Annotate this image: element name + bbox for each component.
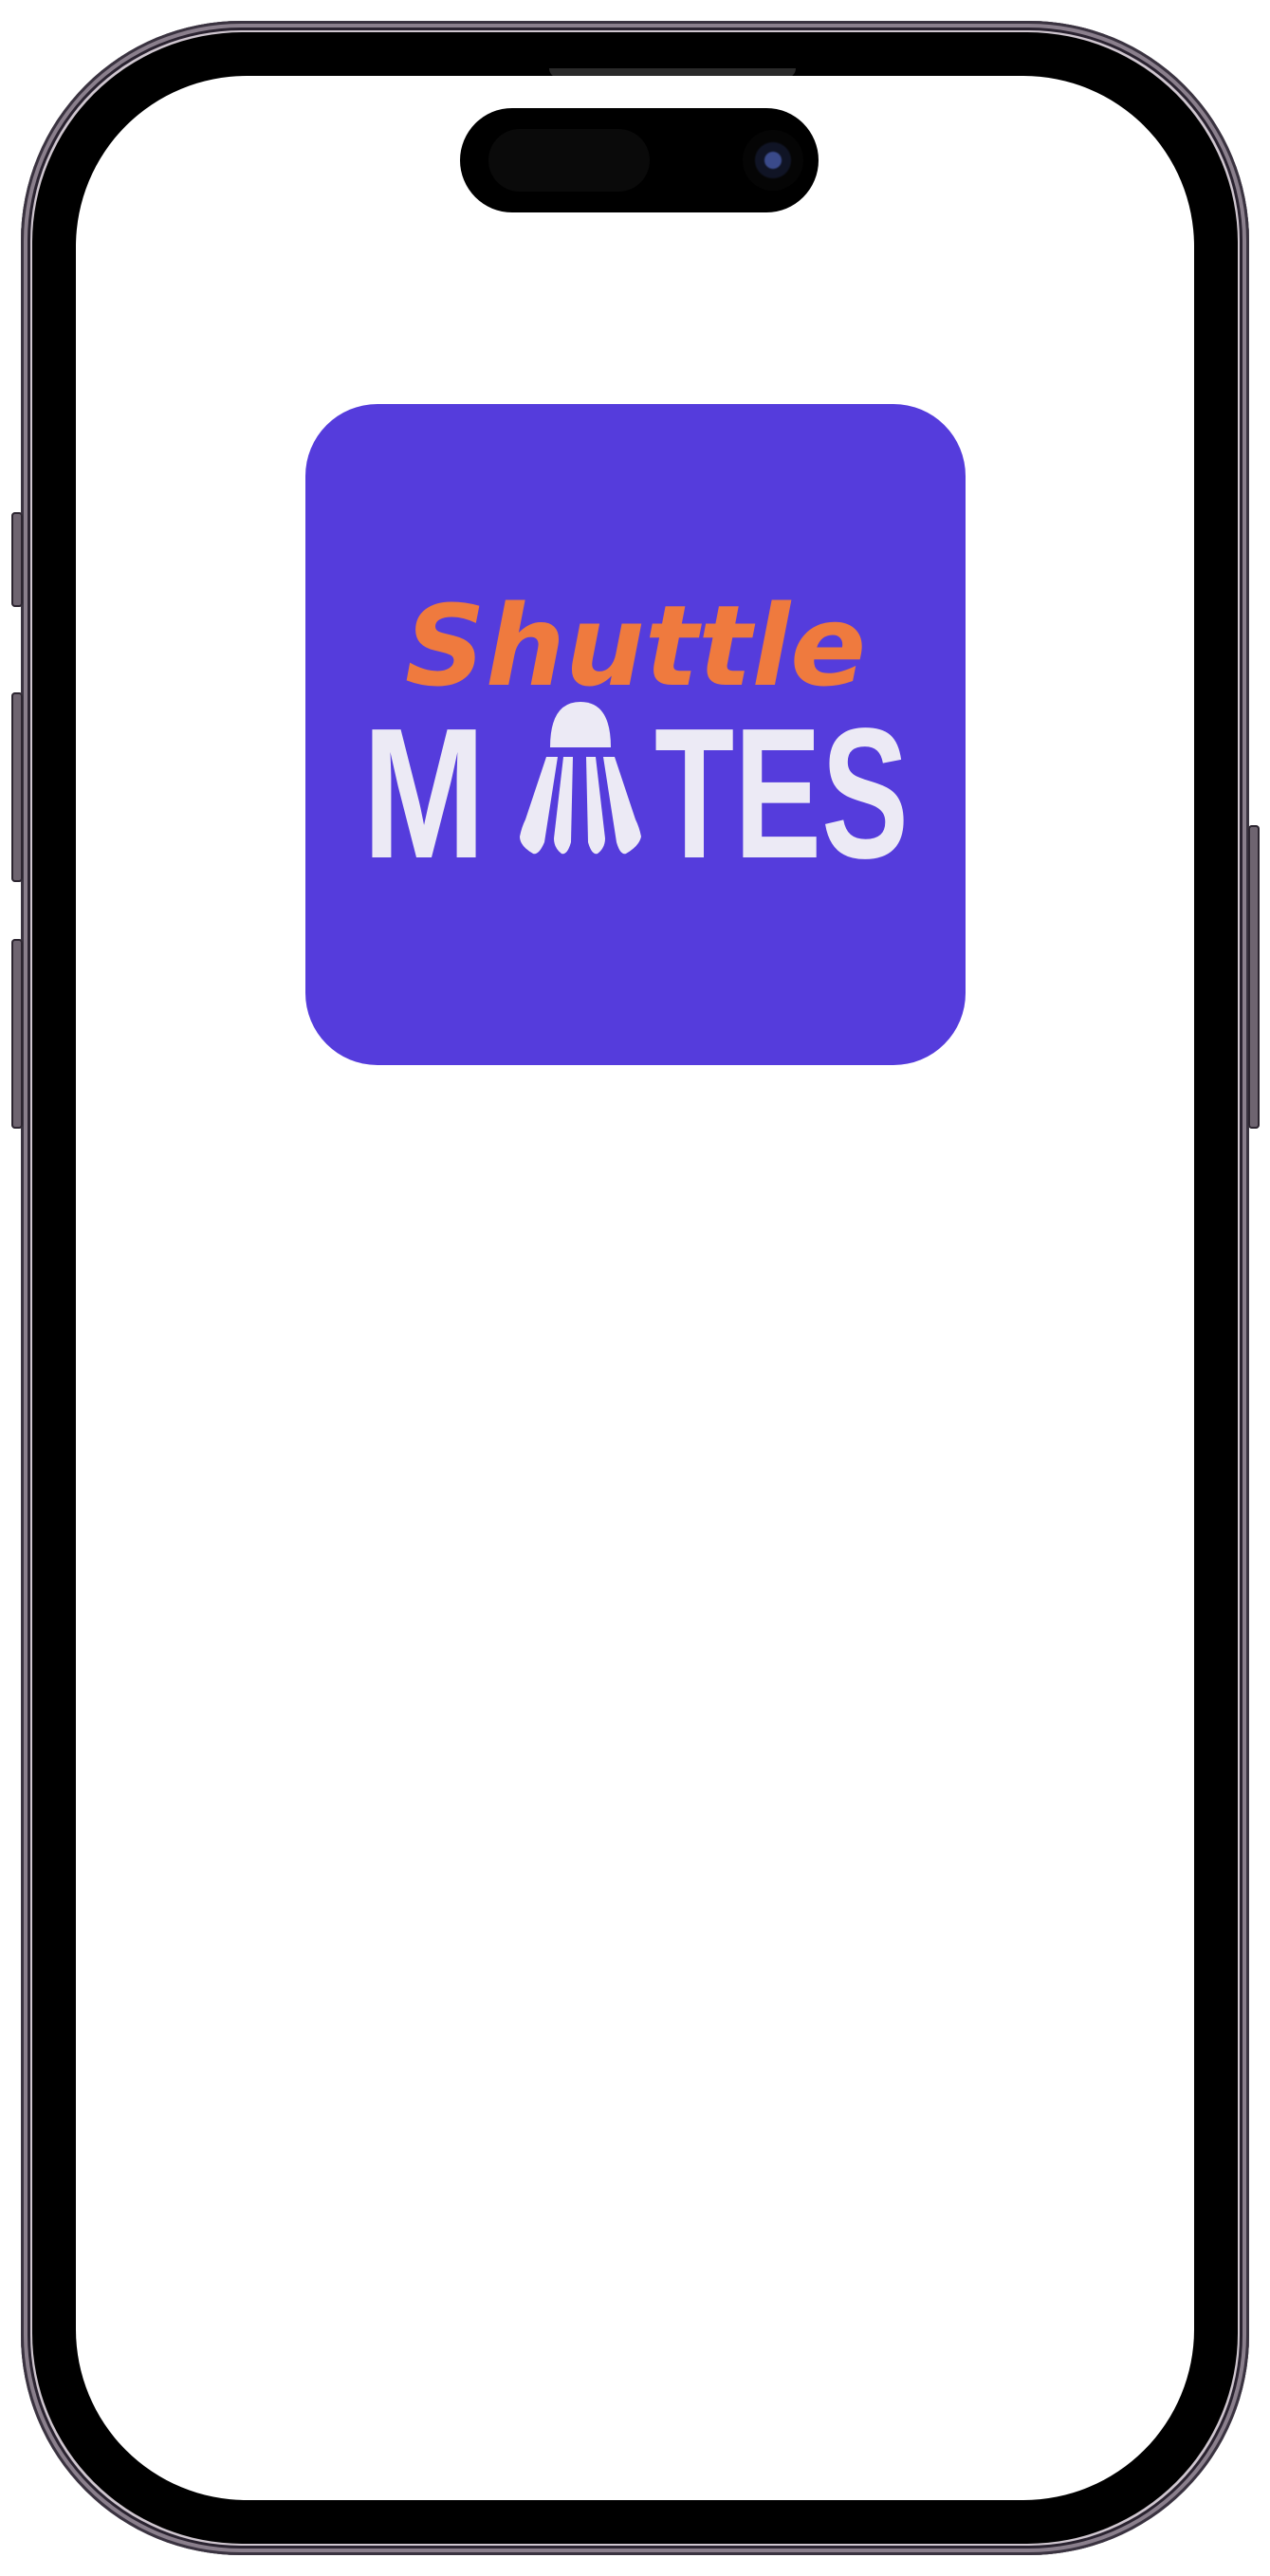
volume-up-button [11,692,23,882]
logo-letter-m: M [362,690,486,897]
silent-switch [11,512,23,607]
dynamic-island [460,108,819,212]
volume-down-button [11,939,23,1129]
face-id-sensor [488,129,650,192]
front-camera-icon [743,130,803,191]
app-logo: Shuttle M TES [305,404,966,1065]
power-button [1248,825,1260,1129]
shuttlecock-icon [520,702,641,855]
logo-artwork: Shuttle M TES [362,580,909,897]
device-mockup: Shuttle M TES [0,0,1270,2576]
logo-letters-tes: TES [654,690,909,897]
